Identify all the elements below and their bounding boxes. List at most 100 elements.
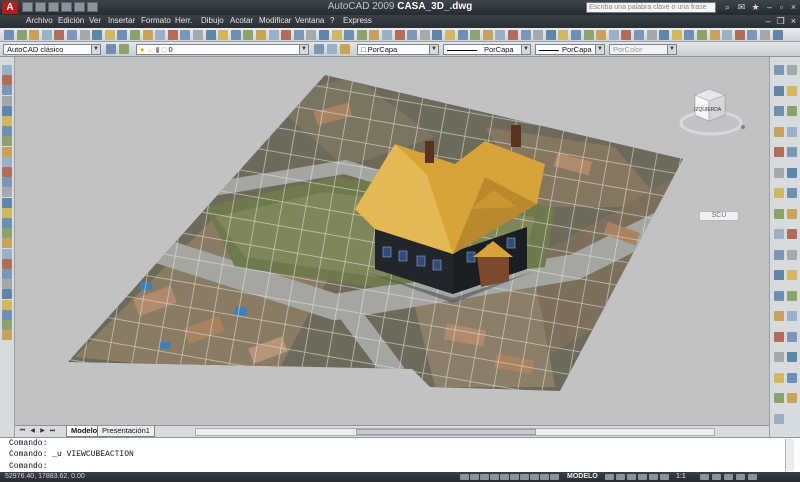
- snap-icon[interactable]: [460, 474, 469, 480]
- walk-icon[interactable]: [356, 30, 367, 40]
- pyramid-icon[interactable]: [558, 30, 569, 40]
- save-icon[interactable]: [29, 30, 40, 40]
- lock-icon[interactable]: [736, 474, 745, 480]
- command-line[interactable]: Comando: Comando: _u VIEWCUBEACTION Coma…: [0, 437, 800, 472]
- horizontal-scrollbar[interactable]: [195, 428, 715, 436]
- scrollbar-thumb[interactable]: [356, 429, 536, 435]
- flatshot-icon[interactable]: [709, 30, 720, 40]
- loft-icon[interactable]: [596, 30, 607, 40]
- continuous-orbit-icon[interactable]: [2, 289, 12, 300]
- properties-icon[interactable]: [230, 30, 241, 40]
- wedge-icon[interactable]: [533, 30, 544, 40]
- erase-icon[interactable]: [774, 65, 784, 75]
- menu-help[interactable]: ?: [330, 16, 334, 25]
- menu-insertar[interactable]: Insertar: [108, 16, 135, 25]
- zoom-window-icon[interactable]: [205, 30, 216, 40]
- polysolid-icon[interactable]: [571, 30, 581, 40]
- array-icon[interactable]: [774, 106, 784, 116]
- color-select[interactable]: □ PorCapa ▼: [357, 44, 439, 55]
- explode-icon[interactable]: [774, 229, 784, 239]
- publish-icon[interactable]: [67, 30, 77, 40]
- ucs-world-icon[interactable]: [747, 30, 758, 40]
- stretch-icon[interactable]: [774, 147, 784, 157]
- view-icon[interactable]: [722, 30, 733, 40]
- 3d-align-icon[interactable]: [787, 249, 797, 260]
- extend-icon[interactable]: [774, 167, 784, 178]
- zoom-icon[interactable]: [638, 474, 647, 480]
- tab-first-icon[interactable]: ⏮: [18, 427, 27, 436]
- new-icon[interactable]: [4, 30, 14, 40]
- chevron-down-icon[interactable]: ▼: [595, 45, 604, 54]
- fillet-icon[interactable]: [787, 208, 797, 219]
- intersect-icon[interactable]: [445, 30, 455, 40]
- interference-icon[interactable]: [774, 290, 784, 301]
- doc-close-icon[interactable]: ×: [791, 16, 796, 27]
- chevron-down-icon[interactable]: ▼: [667, 45, 676, 54]
- sheet-set-icon[interactable]: [268, 30, 279, 40]
- osnap-icon[interactable]: [500, 474, 509, 480]
- extrude-faces-icon[interactable]: [774, 393, 784, 403]
- plotstyle-select[interactable]: PorColor ▼: [609, 44, 677, 55]
- auto-scale-icon[interactable]: [712, 474, 721, 480]
- help-icon[interactable]: [306, 30, 317, 40]
- ucs-icon[interactable]: [734, 30, 745, 40]
- add-selected-icon[interactable]: [2, 258, 12, 269]
- match-properties-icon[interactable]: [130, 30, 140, 40]
- offset-icon[interactable]: [787, 85, 797, 96]
- helix-icon[interactable]: [583, 30, 594, 40]
- subtract-icon[interactable]: [432, 30, 443, 40]
- clean-icon[interactable]: [787, 352, 797, 362]
- zoom-previous-icon[interactable]: [218, 30, 229, 40]
- otrack-icon[interactable]: [510, 474, 519, 480]
- annotation-scale[interactable]: 1:1: [676, 472, 686, 482]
- section-plane-icon[interactable]: [787, 290, 797, 301]
- 3d-array-icon[interactable]: [787, 270, 797, 280]
- scale-icon[interactable]: [787, 126, 797, 137]
- lineweight-select[interactable]: PorCapa ▼: [535, 44, 605, 55]
- layer-previous-icon[interactable]: [327, 44, 337, 54]
- 3d-array-icon[interactable]: [697, 30, 707, 40]
- slice-icon[interactable]: [457, 30, 468, 40]
- annotation-visibility-icon[interactable]: [700, 474, 709, 480]
- tab-last-icon[interactable]: ⏭: [48, 427, 57, 436]
- search-icon[interactable]: ⌕: [722, 2, 733, 13]
- chevron-down-icon[interactable]: ▼: [91, 45, 100, 54]
- break-icon[interactable]: [774, 188, 784, 198]
- separate-icon[interactable]: [787, 331, 797, 342]
- grid-icon[interactable]: [470, 474, 479, 480]
- block-editor-icon[interactable]: [142, 30, 153, 40]
- move-faces-icon[interactable]: [787, 393, 797, 403]
- rotate-icon[interactable]: [774, 126, 784, 137]
- layer-manager-icon[interactable]: [119, 44, 129, 54]
- color-faces-icon[interactable]: [787, 372, 797, 383]
- calculator-icon[interactable]: [293, 30, 304, 40]
- check-icon[interactable]: [774, 372, 784, 383]
- menu-dibujo[interactable]: Dibujo: [201, 16, 224, 25]
- region-icon[interactable]: [2, 228, 12, 239]
- sphere-icon[interactable]: [495, 30, 506, 40]
- gradient-icon[interactable]: [2, 218, 12, 228]
- copy-object-icon[interactable]: [787, 65, 797, 75]
- workspace-switch-icon[interactable]: [724, 474, 733, 480]
- polygon-icon[interactable]: [2, 95, 12, 106]
- workspace-settings-icon[interactable]: [106, 44, 116, 54]
- tool-palettes-icon[interactable]: [256, 30, 266, 40]
- 3d-mirror-icon[interactable]: [774, 270, 784, 280]
- menu-express[interactable]: Express: [343, 16, 372, 25]
- box-icon[interactable]: [482, 30, 493, 40]
- layer-state-icon[interactable]: [340, 44, 350, 54]
- point-icon[interactable]: [2, 197, 12, 208]
- pan-icon[interactable]: [180, 30, 191, 40]
- polyline-icon[interactable]: [2, 85, 12, 96]
- ducs-icon[interactable]: [520, 474, 529, 480]
- cylinder-icon[interactable]: [508, 30, 518, 40]
- undo-icon[interactable]: [155, 30, 166, 40]
- torus-icon[interactable]: [545, 30, 556, 40]
- quick-view-drawings-icon[interactable]: [616, 474, 625, 480]
- solid-edit-icon[interactable]: [787, 311, 797, 321]
- print-icon[interactable]: [41, 30, 52, 40]
- flatshot-icon[interactable]: [774, 311, 784, 321]
- circle-icon[interactable]: [2, 126, 12, 137]
- close-icon[interactable]: ×: [788, 2, 799, 13]
- open-icon[interactable]: [16, 30, 27, 40]
